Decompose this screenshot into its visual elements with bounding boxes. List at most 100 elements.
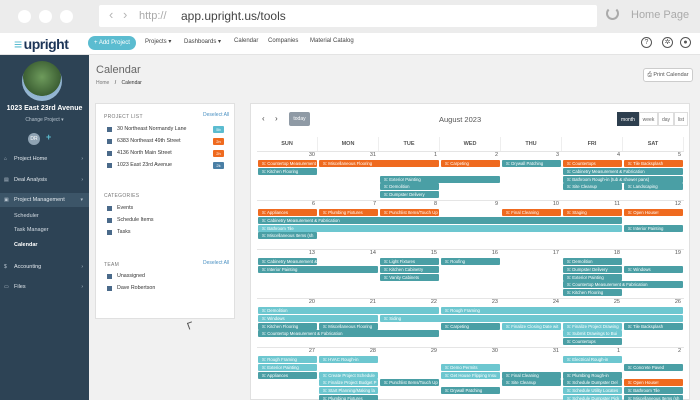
- avatar[interactable]: DR: [28, 133, 40, 145]
- sidebar-subitem-scheduler[interactable]: Scheduler: [0, 210, 89, 223]
- project-checkbox-row[interactable]: 4136 North Main Street: [107, 150, 172, 156]
- project-checkbox-row[interactable]: 6383 Northeast 49th Street: [107, 138, 181, 144]
- calendar-event[interactable]: S: Light Fixtures: [380, 258, 439, 265]
- day-number[interactable]: 21: [318, 299, 376, 305]
- day-number[interactable]: 11: [562, 201, 620, 207]
- team-checkbox-row[interactable]: Dave Robertson: [107, 285, 155, 291]
- calendar-event[interactable]: S: Cabinetry Measurement & Fabrication: [563, 167, 683, 175]
- day-number[interactable]: 29: [379, 348, 437, 354]
- url-text[interactable]: app.upright.us/tools: [181, 9, 286, 23]
- calendar-event[interactable]: S: Drywall Patching: [502, 160, 561, 167]
- nav-dashboards[interactable]: Dashboards ▾: [184, 38, 221, 45]
- calendar-event[interactable]: S: Create Project Schedule: [319, 371, 378, 379]
- calendar-event[interactable]: S: Rough Framing: [258, 356, 317, 363]
- checkbox[interactable]: [107, 126, 112, 132]
- calendar-event[interactable]: S: Finalize Project Budget P: [319, 379, 378, 387]
- sidebar-item-accounting[interactable]: $ Accounting ›: [0, 260, 89, 274]
- team-deselect-all-link[interactable]: Deselect All: [203, 260, 229, 266]
- view-day-button[interactable]: day: [658, 112, 674, 126]
- calendar-event[interactable]: S: Interior Painting: [624, 224, 683, 232]
- calendar-event[interactable]: S: Rough Framing: [441, 307, 683, 314]
- breadcrumb-home[interactable]: Home: [96, 80, 109, 86]
- calendar-event[interactable]: S: Plumbing Fixtures: [319, 395, 378, 400]
- calendar-event[interactable]: S: Concrete Paved: [624, 363, 683, 371]
- day-number[interactable]: 18: [562, 250, 620, 256]
- calendar-event[interactable]: S: HVAC Rough-in: [319, 356, 378, 363]
- day-number[interactable]: 14: [318, 250, 376, 256]
- window-minimize-dot[interactable]: [39, 10, 52, 23]
- calendar-event[interactable]: S: Miscellaneous Items (sh: [258, 232, 317, 240]
- calendar-event[interactable]: S: Countertop Measurement & Fabrication: [563, 281, 683, 289]
- day-number[interactable]: 22: [379, 299, 437, 305]
- calendar-event[interactable]: S: Kitchen Cabinetry: [380, 265, 439, 273]
- calendar-event[interactable]: S: Exterior Painting: [563, 273, 622, 281]
- calendar-event[interactable]: S: Open House!: [624, 209, 683, 216]
- checkbox[interactable]: [107, 229, 112, 235]
- day-number[interactable]: 23: [440, 299, 498, 305]
- view-list-button[interactable]: list: [674, 112, 688, 126]
- day-number[interactable]: 9: [440, 201, 498, 207]
- calendar-event[interactable]: S: Schedule Dumpster Pick: [563, 395, 622, 400]
- checkbox[interactable]: [107, 162, 112, 168]
- day-number[interactable]: 30: [257, 152, 315, 158]
- day-number[interactable]: 17: [501, 250, 559, 256]
- day-number[interactable]: 2: [623, 348, 681, 354]
- calendar-event[interactable]: S: Carpeting: [441, 160, 500, 167]
- day-number[interactable]: 26: [623, 299, 681, 305]
- calendar-event[interactable]: S: Vanity Cabinets: [380, 273, 439, 281]
- checkbox[interactable]: [107, 217, 112, 223]
- day-number[interactable]: 1: [562, 348, 620, 354]
- day-number[interactable]: 15: [379, 250, 437, 256]
- project-deselect-all-link[interactable]: Deselect All: [203, 112, 229, 118]
- view-week-button[interactable]: week: [639, 112, 658, 126]
- window-close-dot[interactable]: [18, 10, 31, 23]
- nav-calendar[interactable]: Calendar: [234, 38, 258, 44]
- day-number[interactable]: 7: [318, 201, 376, 207]
- day-number[interactable]: 25: [562, 299, 620, 305]
- calendar-event[interactable]: S: Bathroom Rough-in (tub & shower pans): [563, 175, 683, 183]
- calendar-event[interactable]: S: Plumbing Fixtures: [319, 209, 378, 216]
- print-calendar-button[interactable]: ⎙ Print Calendar: [643, 68, 693, 82]
- calendar-event[interactable]: S: Finalize Closing Date wit: [502, 322, 561, 330]
- calendar-event[interactable]: S: Appliances: [258, 209, 317, 216]
- day-number[interactable]: 3: [501, 152, 559, 158]
- day-number[interactable]: 5: [623, 152, 681, 158]
- calendar-event[interactable]: S: Site Cleanup: [502, 379, 561, 387]
- day-number[interactable]: 31: [501, 348, 559, 354]
- calendar-event[interactable]: S: Countertops: [563, 160, 622, 167]
- add-project-button[interactable]: + Add Project: [88, 36, 136, 50]
- calendar-event[interactable]: S: Dumpster Delivery: [563, 265, 622, 273]
- window-maximize-dot[interactable]: [60, 10, 73, 23]
- sidebar-subitem-task-manager[interactable]: Task Manager: [0, 224, 89, 237]
- day-number[interactable]: 27: [257, 348, 315, 354]
- calendar-event[interactable]: S: Demolition: [563, 258, 622, 265]
- calendar-event[interactable]: S: Siding: [380, 314, 683, 322]
- calendar-event[interactable]: S: Plumbing Rough-in: [563, 371, 622, 379]
- project-checkbox-row[interactable]: 1023 East 23rd Avenue: [107, 162, 172, 168]
- view-month-button[interactable]: month: [617, 112, 639, 126]
- calendar-event[interactable]: S: Countertops: [563, 338, 622, 346]
- calendar-event[interactable]: S: Drywall Patching: [441, 387, 500, 395]
- calendar-event[interactable]: S: Bathroom Tile: [624, 387, 683, 395]
- day-number[interactable]: 4: [562, 152, 620, 158]
- calendar-event[interactable]: S: Miscellaneous Items (sh: [624, 395, 683, 400]
- day-number[interactable]: 19: [623, 250, 681, 256]
- calendar-event[interactable]: S: Site Cleanup: [563, 183, 622, 191]
- calendar-event[interactable]: S: Carpeting: [441, 322, 500, 330]
- calendar-event[interactable]: S: Dumpster Delivery: [380, 191, 439, 199]
- sidebar-item-project-home[interactable]: ⌂ Project Home ›: [0, 152, 89, 166]
- day-number[interactable]: 16: [440, 250, 498, 256]
- calendar-event[interactable]: S: Open House!: [624, 379, 683, 387]
- day-number[interactable]: 24: [501, 299, 559, 305]
- sidebar-item-project-management[interactable]: ▣ Project Management ▾: [0, 193, 89, 207]
- checkbox[interactable]: [107, 205, 112, 211]
- day-number[interactable]: 6: [257, 201, 315, 207]
- nav-projects[interactable]: Projects ▾: [145, 38, 171, 45]
- checkbox[interactable]: [107, 285, 112, 291]
- calendar-event[interactable]: S: Countertop Measurement & Fabrication: [258, 160, 317, 167]
- calendar-event[interactable]: S: Exterior Painting: [380, 175, 500, 183]
- day-number[interactable]: 13: [257, 250, 315, 256]
- calendar-event[interactable]: S: Punchlist Items/Touch Up: [380, 209, 439, 216]
- calendar-event[interactable]: S: Tile Backsplash: [624, 160, 683, 167]
- help-icon[interactable]: ?: [641, 37, 652, 48]
